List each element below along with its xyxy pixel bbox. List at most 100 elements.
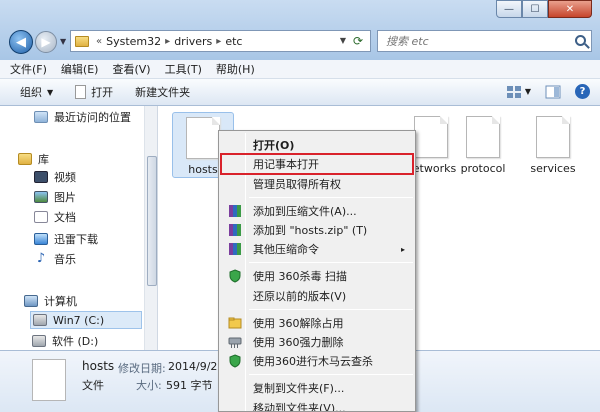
new-folder-button[interactable]: 新建文件夹 — [135, 84, 190, 100]
forward-arrow-icon[interactable]: ▶ — [35, 31, 57, 53]
document-icon — [75, 85, 87, 99]
nav-item-label: 最近访问的位置 — [54, 111, 131, 124]
menu-item-copy-to-folder[interactable]: 复制到文件夹(F)... — [221, 378, 413, 398]
nav-item-computer[interactable]: 计算机 — [24, 292, 77, 310]
navigation-pane: 最近访问的位置 库 视频 图片 文档 迅雷下载 ♪ 音乐 计算机 Win7 (C… — [0, 106, 158, 350]
details-size-value: 591 字节 — [166, 379, 213, 392]
open-button[interactable]: 打开 — [75, 84, 113, 100]
menu-item-take-ownership[interactable]: 管理员取得所有权 — [221, 174, 413, 194]
menu-view[interactable]: 查看(V) — [112, 61, 150, 77]
search-icon[interactable] — [575, 35, 586, 46]
picture-icon — [34, 191, 48, 203]
file-item-services[interactable]: services — [522, 116, 584, 175]
refresh-icon[interactable]: ⟳ — [350, 33, 366, 49]
menu-file[interactable]: 文件(F) — [10, 61, 47, 77]
back-arrow-icon[interactable]: ◀ — [9, 30, 33, 54]
menu-separator — [249, 309, 413, 310]
menu-item-label: 用记事本打开 — [253, 158, 319, 171]
menu-item-label: 复制到文件夹(F)... — [253, 382, 345, 395]
breadcrumb-separator[interactable]: ▸ — [216, 36, 221, 47]
menu-item-other-compress[interactable]: 其他压缩命令 ▸ — [221, 239, 413, 259]
menu-edit[interactable]: 编辑(E) — [61, 61, 99, 77]
address-chevron-down-icon[interactable]: ▼ — [340, 36, 346, 45]
context-menu: 打开(O) 用记事本打开 管理员取得所有权 添加到压缩文件(A)... 添加到 … — [218, 130, 416, 412]
menu-item-move-to-folder[interactable]: 移动到文件夹(V)... — [221, 398, 413, 411]
menu-item-360-scan[interactable]: 使用 360杀毒 扫描 — [221, 266, 413, 286]
scrollbar-thumb[interactable] — [147, 156, 157, 286]
maximize-button[interactable]: ☐ — [522, 0, 548, 18]
menu-item-open-with-notepad[interactable]: 用记事本打开 — [220, 153, 414, 175]
nav-item-label: 软件 (D:) — [52, 335, 99, 348]
details-size-label: 大小: — [136, 379, 162, 392]
menu-tools[interactable]: 工具(T) — [165, 61, 202, 77]
new-folder-label: 新建文件夹 — [135, 86, 191, 99]
nav-item-recent[interactable]: 最近访问的位置 — [34, 108, 131, 126]
video-icon — [34, 171, 48, 183]
address-bar[interactable]: « System32 ▸ drivers ▸ etc ▼ ⟳ — [70, 30, 371, 52]
organize-label: 组织 — [20, 86, 42, 99]
breadcrumb-etc[interactable]: etc — [225, 35, 242, 48]
file-name: hosts — [188, 163, 218, 176]
breadcrumb-overflow[interactable]: « — [96, 36, 102, 47]
change-view-icon[interactable] — [506, 85, 522, 99]
menu-item-360-unlock[interactable]: 使用 360解除占用 — [221, 313, 413, 333]
nav-item-documents[interactable]: 文档 — [34, 208, 76, 226]
recent-pages-chevron-icon[interactable]: ▼ — [60, 37, 66, 46]
menu-item-add-to-zip[interactable]: 添加到 "hosts.zip" (T) — [221, 220, 413, 240]
title-bar: — ☐ ✕ ◀ ▶ ▼ « System32 ▸ drivers ▸ etc ▼… — [0, 0, 600, 60]
menu-item-360-force-delete[interactable]: 使用 360强力删除 — [221, 332, 413, 352]
download-icon — [34, 233, 48, 245]
menu-separator — [249, 374, 413, 375]
file-icon — [32, 359, 66, 401]
nav-item-thunder-downloads[interactable]: 迅雷下载 — [34, 230, 98, 248]
winrar-icon — [229, 243, 241, 255]
file-icon — [466, 116, 500, 158]
nav-item-label: Win7 (C:) — [53, 313, 105, 327]
nav-item-label: 计算机 — [44, 295, 77, 308]
winrar-icon — [229, 205, 241, 217]
menu-item-restore-versions[interactable]: 还原以前的版本(V) — [221, 286, 413, 306]
breadcrumb-drivers[interactable]: drivers — [174, 35, 212, 48]
nav-item-drive-c[interactable]: Win7 (C:) — [30, 311, 142, 329]
file-item-protocol[interactable]: protocol — [452, 116, 514, 175]
preview-pane-icon[interactable] — [545, 85, 561, 99]
menu-help[interactable]: 帮助(H) — [216, 61, 255, 77]
menu-item-add-to-archive[interactable]: 添加到压缩文件(A)... — [221, 201, 413, 221]
organize-button[interactable]: 组织 ▼ — [20, 84, 53, 100]
minimize-button[interactable]: — — [496, 0, 522, 18]
search-input[interactable] — [386, 34, 566, 48]
nav-item-library[interactable]: 库 — [18, 150, 49, 168]
shield-icon — [229, 354, 241, 368]
nav-item-label: 音乐 — [54, 253, 76, 266]
hard-drive-icon — [33, 314, 47, 326]
menu-item-360-trojan-scan[interactable]: 使用360进行木马云查杀 — [221, 351, 413, 371]
view-chevron-down-icon[interactable]: ▼ — [525, 87, 531, 96]
menu-item-open[interactable]: 打开(O) — [221, 135, 413, 155]
help-icon[interactable]: ? — [575, 84, 590, 99]
breadcrumb-system32[interactable]: System32 — [106, 35, 161, 48]
nav-item-label: 文档 — [54, 211, 76, 224]
search-box[interactable] — [377, 30, 592, 52]
window-controls: — ☐ ✕ — [496, 0, 592, 18]
details-modified-label: 修改日期: — [118, 362, 166, 375]
nav-item-label: 视频 — [54, 171, 76, 184]
file-icon — [414, 116, 448, 158]
nav-item-music[interactable]: ♪ 音乐 — [34, 250, 76, 268]
nav-item-videos[interactable]: 视频 — [34, 168, 76, 186]
details-modified-value: 2014/9/23 — [168, 360, 225, 373]
close-button[interactable]: ✕ — [548, 0, 592, 18]
command-bar: 组织 ▼ 打开 新建文件夹 ▼ ? — [0, 79, 600, 106]
menu-item-label: 使用360进行木马云查杀 — [253, 355, 373, 368]
navigation-scrollbar[interactable] — [144, 106, 157, 350]
document-icon — [34, 211, 48, 223]
details-file-type: 文件 — [82, 379, 104, 392]
breadcrumb-separator[interactable]: ▸ — [165, 36, 170, 47]
open-label: 打开 — [91, 86, 114, 99]
menu-item-label: 使用 360杀毒 扫描 — [253, 270, 347, 283]
nav-item-drive-d[interactable]: 软件 (D:) — [32, 332, 98, 350]
chevron-down-icon: ▼ — [47, 87, 54, 97]
nav-item-pictures[interactable]: 图片 — [34, 188, 76, 206]
folder-icon — [75, 35, 89, 47]
computer-icon — [24, 295, 38, 307]
hard-drive-icon — [32, 335, 46, 347]
